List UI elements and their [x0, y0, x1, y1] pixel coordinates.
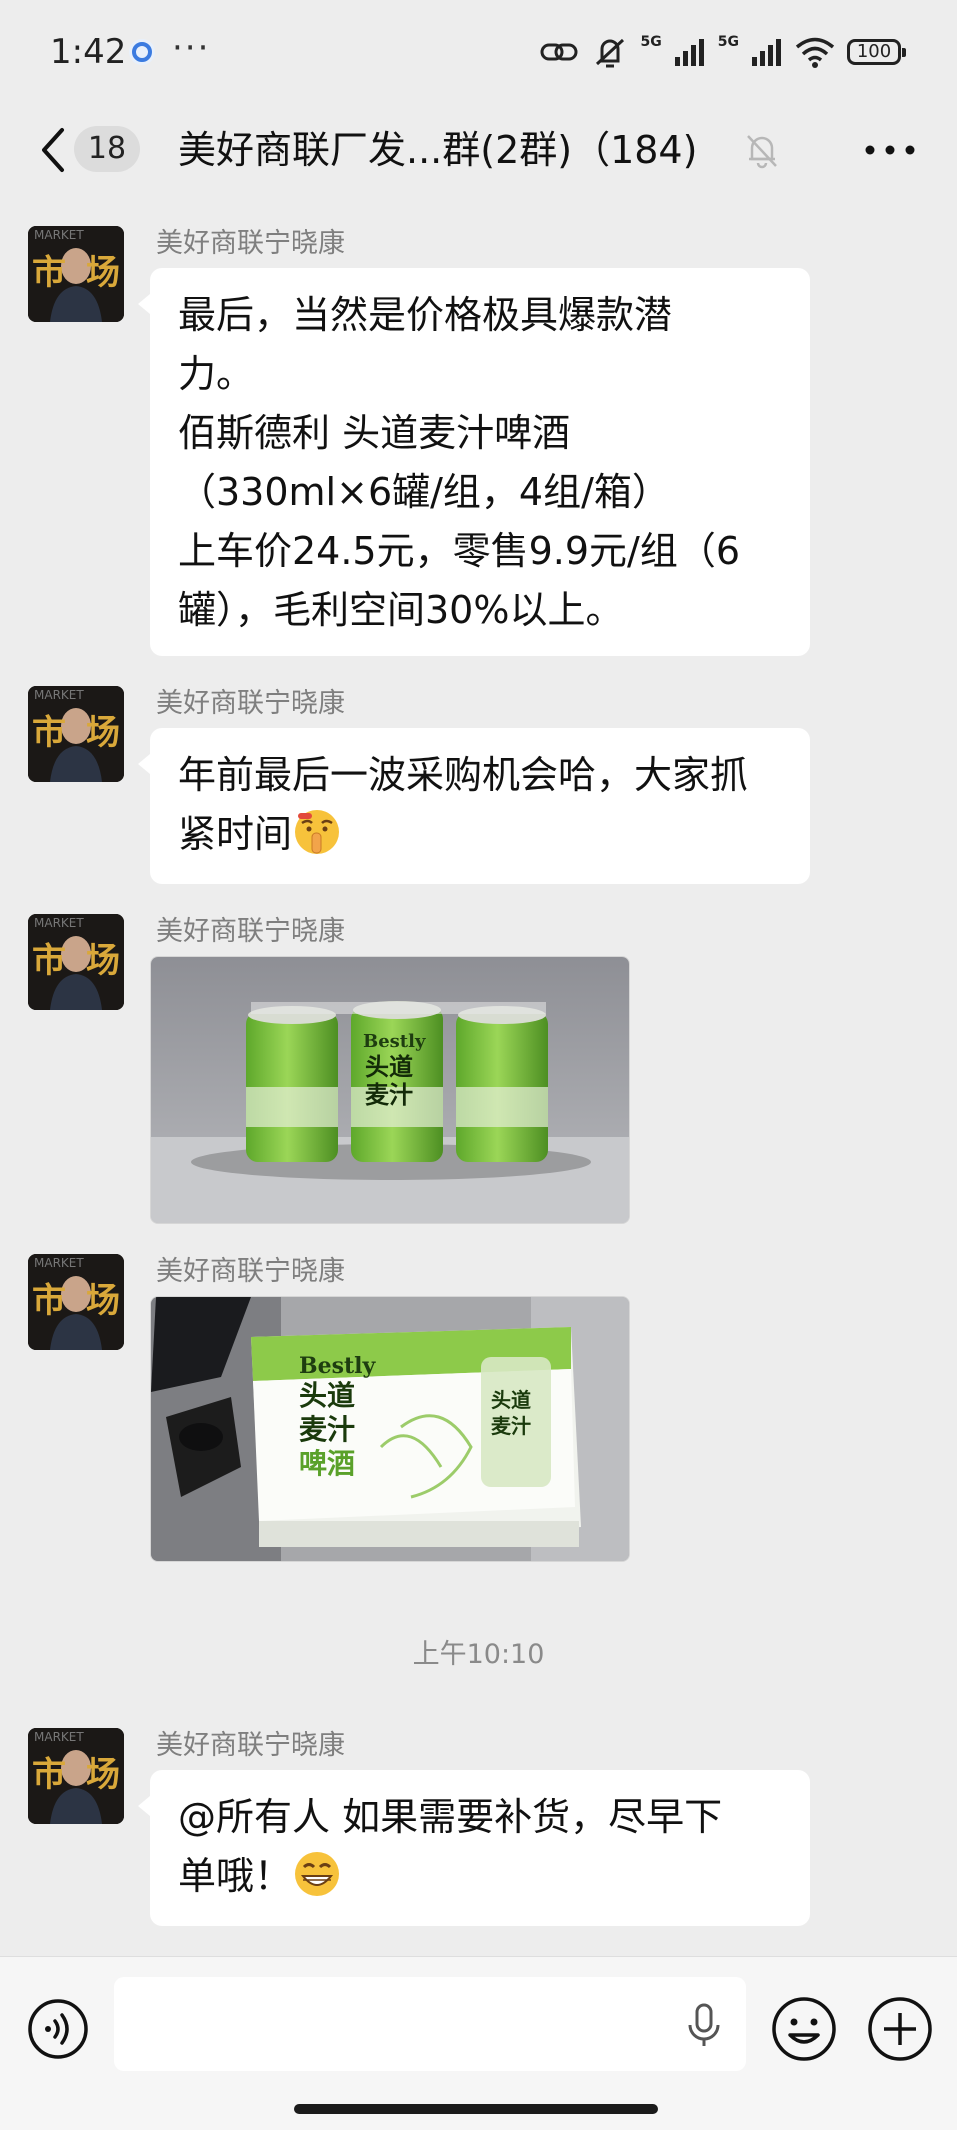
avatar-market-text: MARKET	[34, 228, 84, 242]
avatar-glyph: 场	[86, 1281, 120, 1321]
box-can-text: 头道	[491, 1388, 531, 1412]
text-bubble[interactable]: 最后，当然是价格极具爆款潜 力。 佰斯德利 头道麦汁啤酒 （330ml×6罐/组…	[138, 268, 810, 656]
avatar-glyph: 市	[32, 713, 66, 753]
text-bubble[interactable]: 年前最后一波采购机会哈，大家抓 紧时间	[138, 728, 810, 884]
sender-name: 美好商联宁晓康	[156, 916, 345, 947]
avatar-glyph: 场	[86, 941, 120, 981]
message-line: @所有人 如果需要补货，尽早下	[178, 1795, 723, 1839]
avatar[interactable]: MARKET 市 场	[28, 914, 124, 1010]
chevron-left-icon[interactable]	[38, 126, 68, 174]
plus-circle-icon[interactable]	[866, 1995, 934, 2063]
avatar-glyph: 场	[86, 253, 120, 293]
mic-icon[interactable]	[680, 2001, 728, 2049]
can-brand: Bestly	[363, 1031, 426, 1052]
avatar-market-text: MARKET	[34, 688, 84, 702]
image-message[interactable]: Bestly 头道 麦汁	[150, 956, 630, 1224]
box-text: 麦汁	[299, 1413, 355, 1446]
avatar-glyph: 场	[86, 713, 120, 753]
box-brand: Bestly	[299, 1353, 376, 1379]
grinning-face-emoji-icon	[295, 1852, 340, 1896]
avatar-market-text: MARKET	[34, 916, 84, 930]
message-line-with-emoji: 单哦！	[178, 1847, 782, 1906]
avatar-image: MARKET 市 场	[28, 1254, 124, 1350]
message-line: 最后，当然是价格极具爆款潜	[178, 293, 673, 337]
can-text: 麦汁	[365, 1081, 413, 1109]
message-line: 紧时间	[178, 812, 293, 856]
shushing-face-emoji-icon	[295, 810, 340, 854]
message-input[interactable]	[114, 1977, 746, 2071]
avatar-image: MARKET 市 场	[28, 226, 124, 322]
message-line-with-emoji: 紧时间	[178, 805, 782, 864]
bell-off-icon	[747, 135, 777, 169]
avatar-glyph: 市	[32, 1755, 66, 1795]
chat-timestamp: 上午10:10	[412, 1639, 545, 1670]
status-more-indicator: ···	[172, 28, 211, 68]
avatar-glyph: 市	[32, 1281, 66, 1321]
text-bubble[interactable]: @所有人 如果需要补货，尽早下 单哦！	[138, 1770, 810, 1926]
sender-name: 美好商联宁晓康	[156, 1256, 345, 1287]
emoji-icon[interactable]	[770, 1995, 838, 2063]
signal-icon-2	[752, 39, 781, 66]
app-notification-icon	[129, 39, 155, 65]
avatar[interactable]: MARKET 市 场	[28, 686, 124, 782]
unread-count-badge[interactable]: 18	[74, 126, 140, 172]
avatar-glyph: 市	[32, 941, 66, 981]
sender-name: 美好商联宁晓康	[156, 688, 345, 719]
sender-name: 美好商联宁晓康	[156, 1730, 345, 1761]
beer-cans-photo: Bestly 头道 麦汁	[151, 957, 629, 1223]
message-line: 力。	[178, 352, 255, 396]
status-icons: 5G 5G 100	[539, 30, 906, 74]
avatar-glyph: 场	[86, 1755, 120, 1795]
chat-title[interactable]: 美好商联厂发...群(2群)（184)	[178, 124, 697, 176]
avatar-image: MARKET 市 场	[28, 914, 124, 1010]
battery-indicator: 100	[847, 39, 906, 65]
message-line: 年前最后一波采购机会哈，大家抓	[178, 753, 749, 797]
avatar-market-text: MARKET	[34, 1730, 84, 1744]
signal-icon	[674, 39, 704, 66]
message-line: 佰斯德利 头道麦汁啤酒	[178, 411, 571, 455]
wifi-icon	[795, 37, 835, 68]
avatar[interactable]: MARKET 市 场	[28, 226, 124, 322]
box-text: 头道	[299, 1379, 355, 1412]
status-time: 1:42	[50, 32, 127, 72]
box-text: 啤酒	[299, 1447, 355, 1480]
box-can-text: 麦汁	[491, 1414, 531, 1438]
avatar-market-text: MARKET	[34, 1256, 84, 1270]
network-5g-label: 5G	[640, 34, 662, 50]
can-text: 头道	[365, 1053, 413, 1081]
avatar-glyph: 市	[32, 253, 66, 293]
home-indicator[interactable]	[294, 2104, 658, 2114]
link-icon	[540, 43, 578, 61]
chat-header: 18 美好商联厂发...群(2群)（184)	[0, 104, 957, 196]
beer-box-photo: Bestly 头道 麦汁 啤酒 头道 麦汁	[151, 1297, 629, 1561]
avatar-image: MARKET 市 场	[28, 686, 124, 782]
avatar[interactable]: MARKET 市 场	[28, 1728, 124, 1824]
message-line: （330ml×6罐/组，4组/箱）	[178, 470, 670, 514]
avatar-image: MARKET 市 场	[28, 1728, 124, 1824]
vibrate-off-icon	[595, 38, 624, 68]
more-horizontal-icon[interactable]	[862, 130, 918, 170]
network-5g-label-2: 5G	[717, 34, 739, 50]
message-line: 单哦！	[178, 1854, 293, 1898]
sender-name: 美好商联宁晓康	[156, 228, 345, 259]
image-message[interactable]: Bestly 头道 麦汁 啤酒 头道 麦汁	[150, 1296, 630, 1562]
voice-icon[interactable]	[26, 1997, 90, 2061]
status-bar: 1:42 ··· 5G 5G 100	[0, 0, 957, 104]
message-line: 罐），毛利空间30%以上。	[178, 588, 624, 632]
message-line: 上车价24.5元，零售9.9元/组（6	[178, 529, 741, 573]
avatar[interactable]: MARKET 市 场	[28, 1254, 124, 1350]
